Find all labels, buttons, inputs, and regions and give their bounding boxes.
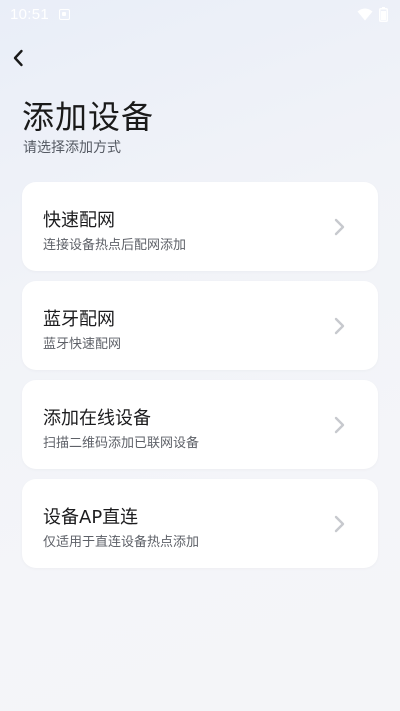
status-bar: 10:51 (0, 0, 400, 28)
option-description: 仅适用于直连设备热点添加 (43, 535, 200, 550)
option-title: 添加在线设备 (43, 408, 151, 429)
notification-icon (59, 8, 71, 20)
page-title: 添加设备 (22, 98, 155, 136)
option-title: 蓝牙配网 (43, 309, 115, 330)
status-right (357, 6, 388, 22)
page-subtitle: 请选择添加方式 (23, 140, 121, 156)
chevron-right-icon (334, 218, 345, 236)
option-description: 蓝牙快速配网 (43, 337, 122, 352)
chevron-right-icon (334, 317, 345, 335)
battery-icon (379, 6, 388, 22)
option-description: 扫描二维码添加已联网设备 (43, 436, 200, 451)
option-add-online-device[interactable]: 添加在线设备 扫描二维码添加已联网设备 (22, 380, 378, 469)
chevron-right-icon (334, 515, 345, 533)
option-bluetooth-network[interactable]: 蓝牙配网 蓝牙快速配网 (22, 281, 378, 370)
status-time: 10:51 (10, 5, 50, 23)
add-method-list: 快速配网 连接设备热点后配网添加 蓝牙配网 蓝牙快速配网 添加在线设备 扫描二维… (22, 182, 378, 578)
option-title: 设备AP直连 (43, 507, 139, 528)
back-button[interactable] (6, 46, 30, 70)
status-left: 10:51 (10, 5, 71, 23)
option-description: 连接设备热点后配网添加 (43, 238, 187, 253)
chevron-right-icon (334, 416, 345, 434)
chevron-left-icon (13, 49, 23, 67)
option-quick-network[interactable]: 快速配网 连接设备热点后配网添加 (22, 182, 378, 271)
wifi-icon (357, 8, 373, 20)
option-device-ap-direct[interactable]: 设备AP直连 仅适用于直连设备热点添加 (22, 479, 378, 568)
option-title: 快速配网 (43, 210, 115, 231)
